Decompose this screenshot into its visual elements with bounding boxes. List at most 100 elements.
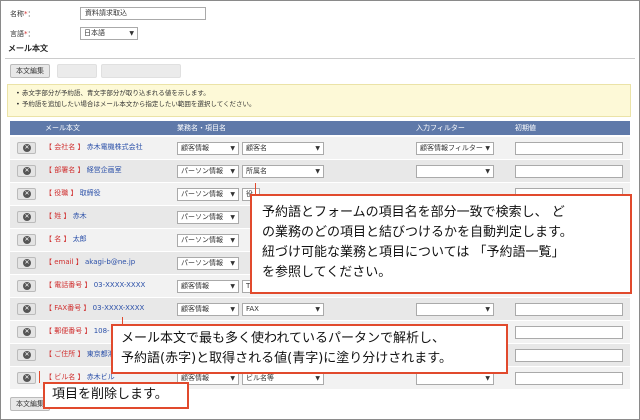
chevron-down-icon: ▼ [315,306,320,313]
language-select[interactable]: 日本語 ▼ [80,27,138,40]
initial-value-input[interactable] [515,326,623,339]
field-select[interactable]: FAX ▼ [242,303,324,316]
table-row: ✕ 【 部署名 】 経営企画室 パーソン情報 ▼ 所属名 ▼ ▼ [10,160,630,183]
section-title: メール本文 [8,44,48,53]
mail-body-cell: 【 ご住所 】 東京都港 [45,350,115,358]
header-initial-value: 初期値 [515,124,536,132]
close-icon: ✕ [23,282,31,290]
business-select[interactable]: 顧客情報 ▼ [177,142,239,155]
business-select[interactable]: 顧客情報 ▼ [177,280,239,293]
delete-row-button[interactable]: ✕ [17,372,36,384]
callout-parse: メール本文で最も多く使われているパータンで解析し、 予約語(赤字)と取得される値… [111,324,508,374]
mail-body-cell: 【 郵便番号 】 108- [45,327,110,335]
mail-body-cell: 【 email 】 akagi-b@ne.jp [45,258,136,266]
close-icon: ✕ [23,351,31,359]
callout-3-leader [39,371,40,383]
name-label: 名称*： [10,10,35,18]
note-line: 赤文字部分が予約語、青文字部分が取り込まれる値を示します。 [16,88,622,99]
mail-body-cell: 【 ビル名 】 赤木ビル [45,373,115,381]
close-icon: ✕ [23,236,31,244]
close-icon: ✕ [23,190,31,198]
field-select[interactable]: 所属名 ▼ [242,165,324,178]
callout-line: 項目を削除します。 [52,387,168,402]
chevron-down-icon: ▼ [230,260,235,267]
mail-body-cell: 【 名 】 太郎 [45,235,87,243]
divider [5,58,635,59]
table-header: メール本文 業務名・項目名 入力フィルター 初期値 [10,121,630,135]
chevron-down-icon: ▼ [485,306,490,313]
business-select[interactable]: パーソン情報 ▼ [177,257,239,270]
callout-line: 予約語とフォームの項目名を部分一致で検索し、 ど [262,205,565,220]
disabled-button-1[interactable] [57,64,97,78]
info-notes: 赤文字部分が予約語、青文字部分が取り込まれる値を示します。 予約語を追加したい場… [7,84,631,117]
note-line: 予約語を追加したい場合はメール本文から指定したい範囲を選択してください。 [16,99,622,110]
delete-row-button[interactable]: ✕ [17,257,36,269]
delete-row-button[interactable]: ✕ [17,234,36,246]
mail-body-cell: 【 部署名 】 経営企画室 [45,166,122,174]
initial-value-input[interactable] [515,142,623,155]
callout-line: メール本文で最も多く使われているパータンで解析し、 [121,331,445,346]
filter-select[interactable]: ▼ [416,303,494,316]
close-icon: ✕ [23,144,31,152]
filter-select[interactable]: ▼ [416,165,494,178]
delete-row-button[interactable]: ✕ [17,303,36,315]
table-row: ✕ 【 会社名 】 赤木電機株式会社 顧客情報 ▼ 顧客名 ▼ 顧客情報フィルター ▼ [10,137,630,160]
chevron-down-icon: ▼ [485,145,490,152]
filter-select[interactable]: 顧客情報フィルター ▼ [416,142,494,155]
mail-body-cell: 【 FAX番号 】 03-XXXX-XXXX [45,304,145,312]
mail-body-cell: 【 電話番号 】 03-XXXX-XXXX [45,281,146,289]
callout-delete: 項目を削除します。 [43,382,189,409]
chevron-down-icon: ▼ [230,283,235,290]
business-select[interactable]: 顧客情報 ▼ [177,303,239,316]
delete-row-button[interactable]: ✕ [17,326,36,338]
callout-line: 紐づけ可能な業務と項目については 「予約語一覧」 [262,245,565,260]
business-select[interactable]: パーソン情報 ▼ [177,211,239,224]
business-select[interactable]: パーソン情報 ▼ [177,234,239,247]
language-label: 言語*： [10,30,35,38]
chevron-down-icon: ▼ [315,375,320,382]
delete-row-button[interactable]: ✕ [17,165,36,177]
header-mail-body: メール本文 [45,124,80,132]
initial-value-input[interactable] [515,303,623,316]
close-icon: ✕ [23,167,31,175]
chevron-down-icon: ▼ [230,168,235,175]
delete-row-button[interactable]: ✕ [17,280,36,292]
table-row: ✕ 【 FAX番号 】 03-XXXX-XXXX 顧客情報 ▼ FAX ▼ ▼ [10,298,630,321]
edit-body-button[interactable]: 本文編集 [10,64,50,78]
name-input[interactable]: 資料請求取込 [80,7,206,20]
header-business-field: 業務名・項目名 [177,124,226,132]
chevron-down-icon: ▼ [129,30,134,37]
close-icon: ✕ [23,259,31,267]
chevron-down-icon: ▼ [230,145,235,152]
chevron-down-icon: ▼ [230,237,235,244]
chevron-down-icon: ▼ [315,168,320,175]
header-input-filter: 入力フィルター [416,124,465,132]
disabled-button-2[interactable] [101,64,181,78]
chevron-down-icon: ▼ [230,306,235,313]
delete-row-button[interactable]: ✕ [17,142,36,154]
chevron-down-icon: ▼ [230,214,235,221]
chevron-down-icon: ▼ [230,191,235,198]
delete-row-button[interactable]: ✕ [17,349,36,361]
mail-import-screen: 名称*： 資料請求取込 言語*： 日本語▼ メール本文 本文編集 赤文字部分が予… [0,0,640,420]
delete-row-button[interactable]: ✕ [17,188,36,200]
callout-auto-match: 予約語とフォームの項目名を部分一致で検索し、 ど の業務のどの項目と結びつけるか… [250,194,632,294]
initial-value-input[interactable] [515,349,623,362]
chevron-down-icon: ▼ [230,375,235,382]
delete-row-button[interactable]: ✕ [17,211,36,223]
close-icon: ✕ [23,213,31,221]
close-icon: ✕ [23,374,31,382]
business-select[interactable]: パーソン情報 ▼ [177,188,239,201]
mail-body-cell: 【 役職 】 取締役 [45,189,101,197]
initial-value-input[interactable] [515,372,623,385]
chevron-down-icon: ▼ [485,375,490,382]
chevron-down-icon: ▼ [315,145,320,152]
callout-line: 予約語(赤字)と取得される値(青字)に塗り分けされます。 [121,351,452,366]
chevron-down-icon: ▼ [485,168,490,175]
mail-body-cell: 【 姓 】 赤木 [45,212,87,220]
business-select[interactable]: パーソン情報 ▼ [177,165,239,178]
callout-line: を参照してください。 [262,265,392,280]
field-select[interactable]: 顧客名 ▼ [242,142,324,155]
initial-value-input[interactable] [515,165,623,178]
mail-body-cell: 【 会社名 】 赤木電機株式会社 [45,143,143,151]
